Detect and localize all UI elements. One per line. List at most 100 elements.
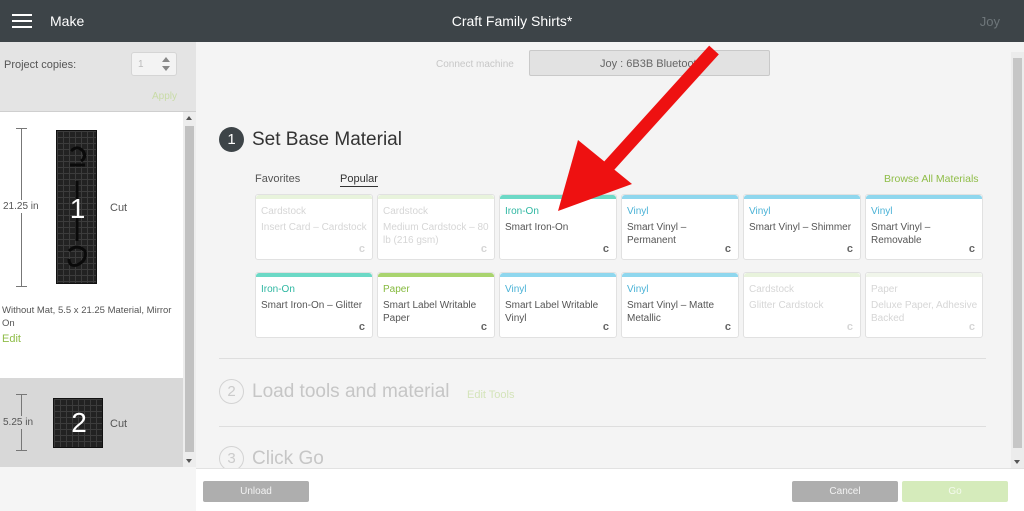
project-copies-label: Project copies: <box>4 59 77 71</box>
material-card[interactable]: Cardstock Glitter Cardstock c <box>743 272 861 338</box>
cricut-c-icon: c <box>358 321 365 333</box>
tab-favorites[interactable]: Favorites <box>255 173 300 185</box>
material-category: Vinyl <box>627 206 649 217</box>
section-divider <box>219 358 986 359</box>
material-category: Cardstock <box>749 284 795 295</box>
material-name: Smart Vinyl – Removable <box>871 222 931 246</box>
material-name: Smart Iron-On <box>505 222 569 233</box>
scroll-up-icon[interactable] <box>186 116 192 120</box>
cricut-c-icon: c <box>846 243 853 255</box>
cancel-button[interactable]: Cancel <box>792 481 898 502</box>
machine-select[interactable]: Joy : 6B3B Bluetooth <box>529 50 770 76</box>
apply-button[interactable]: Apply <box>152 91 177 102</box>
top-bar: Make Craft Family Shirts* Joy <box>0 0 1024 42</box>
main-panel: Connect machine Joy : 6B3B Bluetooth 1 S… <box>196 42 1024 468</box>
material-category: Iron-On <box>261 284 295 295</box>
cricut-c-icon: c <box>846 321 853 333</box>
scroll-down-icon[interactable] <box>1014 460 1020 464</box>
cricut-c-icon: c <box>724 243 731 255</box>
material-category: Vinyl <box>749 206 771 217</box>
material-card[interactable]: Paper Smart Label Writable Paper c <box>377 272 495 338</box>
dimension-cap <box>16 450 27 451</box>
material-category: Cardstock <box>261 206 307 217</box>
sidebar-scrollbar[interactable] <box>183 112 196 467</box>
section-divider <box>219 426 986 427</box>
mat-edit-link[interactable]: Edit <box>2 333 21 345</box>
step-number-1: 1 <box>219 127 244 152</box>
material-name: Smart Label Writable Vinyl <box>505 300 599 324</box>
material-card[interactable]: Cardstock Medium Cardstock – 80 lb (216 … <box>377 194 495 260</box>
material-card[interactable]: Vinyl Smart Vinyl – Matte Metallic c <box>621 272 739 338</box>
stepper-up-icon[interactable] <box>162 57 170 62</box>
material-card[interactable]: Iron-On Smart Iron-On – Glitter c <box>255 272 373 338</box>
user-name[interactable]: Joy <box>980 14 1000 29</box>
copies-stepper[interactable] <box>158 52 177 76</box>
connect-machine-label: Connect machine <box>436 59 514 70</box>
material-color-bar <box>744 195 860 199</box>
mat-thumbnail[interactable]: 1 <box>56 130 97 284</box>
material-card[interactable]: Cardstock Insert Card – Cardstock c <box>255 194 373 260</box>
material-name: Smart Vinyl – Shimmer <box>749 222 852 233</box>
mat-item-1[interactable]: 21.25 in 1 Cut Without Mat, 5.5 x 21.25 … <box>0 112 183 378</box>
material-category: Vinyl <box>505 284 527 295</box>
step-title-3: Click Go <box>252 448 324 468</box>
project-title: Craft Family Shirts* <box>451 13 573 29</box>
material-name: Smart Label Writable Paper <box>383 300 477 324</box>
action-footer: Unload Cancel Go <box>196 468 1024 511</box>
mat-action: Cut <box>110 202 128 214</box>
scrollbar-thumb[interactable] <box>1013 58 1022 448</box>
material-color-bar <box>256 195 372 199</box>
mat-sidebar: Project copies: 1 Apply 21.25 in 1 Cut W… <box>0 42 196 511</box>
main-scrollbar[interactable] <box>1011 52 1024 468</box>
material-card[interactable]: Vinyl Smart Vinyl – Shimmer c <box>743 194 861 260</box>
material-color-bar <box>866 273 982 277</box>
edit-tools-link[interactable]: Edit Tools <box>467 389 515 401</box>
material-card[interactable]: Vinyl Smart Vinyl – Removable c <box>865 194 983 260</box>
material-name: Smart Iron-On – Glitter <box>261 300 363 311</box>
material-card[interactable]: Paper Deluxe Paper, Adhesive Backed c <box>865 272 983 338</box>
unload-button[interactable]: Unload <box>203 481 309 502</box>
step-number-2: 2 <box>219 379 244 404</box>
step-title-2: Load tools and material <box>252 381 450 402</box>
cricut-c-icon: c <box>602 321 609 333</box>
scroll-down-icon[interactable] <box>186 459 192 463</box>
material-card[interactable]: Vinyl Smart Label Writable Vinyl c <box>499 272 617 338</box>
scrollbar-thumb[interactable] <box>185 126 194 452</box>
mat-list: 21.25 in 1 Cut Without Mat, 5.5 x 21.25 … <box>0 112 183 467</box>
cricut-c-icon: c <box>358 243 365 255</box>
project-copies-panel: Project copies: 1 Apply <box>0 42 196 112</box>
go-button[interactable]: Go <box>902 481 1008 502</box>
mat-thumbnail[interactable]: 2 <box>53 398 103 448</box>
step-title-1: Set Base Material <box>252 129 402 150</box>
material-color-bar <box>622 195 738 199</box>
material-color-bar <box>500 273 616 277</box>
material-color-bar <box>866 195 982 199</box>
cricut-c-icon: c <box>480 243 487 255</box>
browse-all-materials-link[interactable]: Browse All Materials <box>884 173 979 185</box>
cricut-c-icon: c <box>602 243 609 255</box>
mat-dimension: 21.25 in <box>2 200 40 213</box>
material-category: Paper <box>871 284 898 295</box>
material-name: Insert Card – Cardstock <box>261 222 367 233</box>
material-color-bar <box>622 273 738 277</box>
material-card[interactable]: Iron-On Smart Iron-On c <box>499 194 617 260</box>
material-color-bar <box>500 195 616 199</box>
mat-info: Without Mat, 5.5 x 21.25 Material, Mirro… <box>2 305 172 329</box>
material-name: Glitter Cardstock <box>749 300 824 311</box>
mat-action: Cut <box>110 418 128 430</box>
material-category: Cardstock <box>383 206 429 217</box>
material-category: Paper <box>383 284 410 295</box>
material-color-bar <box>378 273 494 277</box>
dimension-cap <box>16 286 27 287</box>
material-color-bar <box>256 273 372 277</box>
material-category: Vinyl <box>627 284 649 295</box>
material-card[interactable]: Vinyl Smart Vinyl – Permanent c <box>621 194 739 260</box>
stepper-down-icon[interactable] <box>162 66 170 71</box>
mat-item-2[interactable]: 5.25 in 2 Cut <box>0 378 183 467</box>
mat-dimension: 5.25 in <box>2 416 35 429</box>
material-color-bar <box>378 195 494 199</box>
tab-popular[interactable]: Popular <box>340 173 378 187</box>
cricut-c-icon: c <box>968 243 975 255</box>
mat-number: 2 <box>71 407 87 438</box>
cricut-c-icon: c <box>724 321 731 333</box>
